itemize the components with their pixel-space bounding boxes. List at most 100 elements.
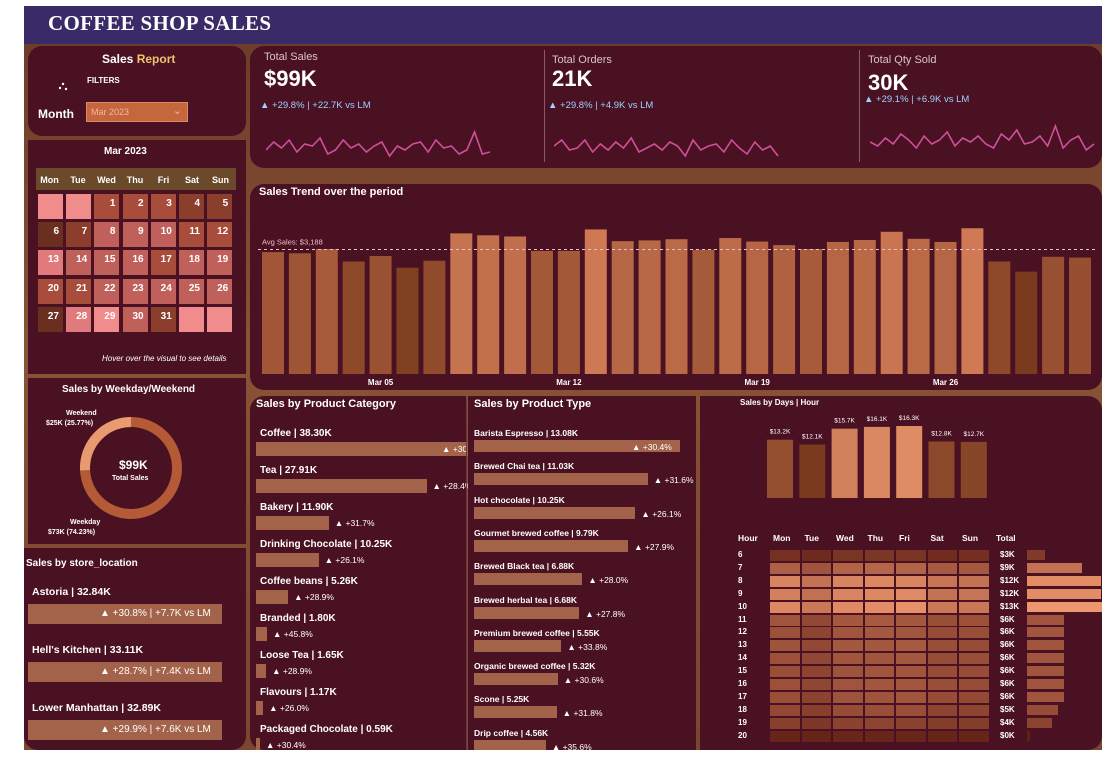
product-type-bar[interactable]: [474, 539, 629, 552]
row-total-bar[interactable]: [1027, 575, 1101, 586]
heatmap-cell[interactable]: [863, 652, 895, 666]
heatmap-cell[interactable]: [895, 652, 927, 666]
calendar-day[interactable]: 11: [179, 222, 204, 248]
heatmap-cell[interactable]: [800, 600, 832, 614]
heatmap-cell[interactable]: [769, 574, 801, 588]
category-bar[interactable]: [256, 701, 264, 715]
calendar-day[interactable]: 25: [179, 278, 204, 304]
category-bar[interactable]: [256, 664, 267, 678]
heatmap-cell[interactable]: [958, 587, 990, 601]
kpi-sparkline[interactable]: [554, 124, 784, 164]
heatmap-cell[interactable]: [926, 652, 958, 666]
product-type-bar[interactable]: [474, 473, 648, 486]
heatmap-cell[interactable]: [832, 652, 864, 666]
trend-bar[interactable]: [1042, 256, 1065, 374]
heatmap-cell[interactable]: [958, 716, 990, 730]
heatmap-cell[interactable]: [800, 652, 832, 666]
trend-bar[interactable]: [907, 238, 930, 374]
trend-bar[interactable]: [315, 248, 338, 374]
heatmap-cell[interactable]: [863, 703, 895, 717]
trend-bar[interactable]: [1069, 257, 1091, 374]
heatmap-cell[interactable]: [832, 639, 864, 653]
heatmap-cell[interactable]: [769, 549, 801, 562]
filters-label[interactable]: FILTERS: [87, 76, 120, 85]
heatmap-cell[interactable]: [769, 561, 801, 575]
product-type-bar[interactable]: [474, 639, 562, 652]
heatmap-cell[interactable]: [958, 678, 990, 691]
trend-bar[interactable]: [961, 228, 984, 374]
heatmap-cell[interactable]: [895, 729, 927, 743]
heatmap-cell[interactable]: [958, 652, 990, 666]
calendar-day[interactable]: 1: [94, 194, 120, 219]
trend-bar[interactable]: [557, 250, 580, 374]
heatmap-cell[interactable]: [895, 678, 927, 691]
heatmap-cell[interactable]: [863, 690, 895, 704]
filter-icon[interactable]: [58, 78, 68, 91]
heatmap-cell[interactable]: [863, 626, 895, 640]
heatmap-cell[interactable]: [958, 549, 990, 562]
row-total-bar[interactable]: [1027, 640, 1064, 651]
heatmap-cell[interactable]: [863, 716, 895, 730]
calendar-day[interactable]: 19: [207, 250, 233, 276]
row-total-bar[interactable]: [1027, 691, 1064, 702]
category-bar[interactable]: [256, 479, 427, 493]
calendar-day[interactable]: 10: [150, 222, 176, 248]
heatmap-cell[interactable]: [926, 716, 958, 730]
row-total-bar[interactable]: [1027, 614, 1064, 625]
heatmap-cell[interactable]: [769, 587, 801, 601]
heatmap-cell[interactable]: [832, 716, 864, 730]
trend-bar[interactable]: [423, 260, 446, 374]
heatmap-cell[interactable]: [769, 729, 801, 743]
kpi-sparkline[interactable]: [266, 124, 496, 164]
calendar-day[interactable]: 3: [150, 194, 176, 219]
calendar-day[interactable]: 21: [66, 278, 92, 304]
trend-bar[interactable]: [719, 238, 742, 374]
heatmap-cell[interactable]: [800, 690, 832, 704]
calendar-day[interactable]: 31: [150, 306, 176, 332]
trend-bar[interactable]: [369, 256, 392, 374]
sales-trend-chart[interactable]: Avg Sales: $3,188 Mar 05 Mar 12 Mar 19 Mar 2…: [250, 184, 1102, 390]
heatmap-cell[interactable]: [895, 639, 927, 653]
heatmap-cell[interactable]: [769, 678, 801, 691]
product-type-bar[interactable]: [474, 673, 558, 686]
heatmap-cell[interactable]: [832, 678, 864, 691]
trend-bar[interactable]: [531, 250, 553, 374]
heatmap-cell[interactable]: [863, 587, 895, 601]
heatmap-cell[interactable]: [958, 665, 990, 679]
trend-bar[interactable]: [342, 261, 365, 374]
row-total-bar[interactable]: [1027, 666, 1064, 677]
calendar-day[interactable]: 29: [94, 306, 120, 332]
heatmap-cell[interactable]: [769, 600, 801, 614]
day-bar[interactable]: [767, 439, 793, 498]
trend-bar[interactable]: [800, 248, 822, 374]
heatmap-cell[interactable]: [769, 703, 801, 717]
trend-bar[interactable]: [1015, 271, 1038, 374]
heatmap-cell[interactable]: [926, 549, 958, 562]
heatmap-cell[interactable]: [832, 587, 864, 601]
calendar-day[interactable]: 27: [38, 306, 63, 332]
heatmap-cell[interactable]: [769, 665, 801, 679]
row-total-bar[interactable]: [1027, 562, 1083, 573]
heatmap-cell[interactable]: [863, 561, 895, 575]
trend-bar[interactable]: [584, 229, 607, 374]
trend-bar[interactable]: [988, 261, 1011, 374]
day-bar[interactable]: [799, 444, 826, 498]
row-total-bar[interactable]: [1027, 653, 1064, 664]
heatmap-cell[interactable]: [926, 639, 958, 653]
calendar-day[interactable]: 2: [122, 194, 148, 219]
heatmap-cell[interactable]: [958, 626, 990, 640]
row-total-bar[interactable]: [1027, 704, 1058, 715]
heatmap-cell[interactable]: [895, 690, 927, 704]
trend-bar[interactable]: [262, 252, 284, 374]
trend-bar[interactable]: [826, 241, 849, 374]
heatmap-cell[interactable]: [863, 729, 895, 743]
heatmap-cell[interactable]: [926, 574, 958, 588]
calendar-day[interactable]: 22: [94, 278, 120, 304]
calendar-day[interactable]: 23: [122, 278, 148, 304]
calendar-day[interactable]: 12: [207, 222, 233, 248]
heatmap-cell[interactable]: [895, 716, 927, 730]
trend-bar[interactable]: [638, 240, 661, 374]
kpi-sparkline[interactable]: [870, 118, 1100, 158]
trend-bar[interactable]: [746, 241, 769, 374]
trend-bar[interactable]: [450, 233, 473, 374]
